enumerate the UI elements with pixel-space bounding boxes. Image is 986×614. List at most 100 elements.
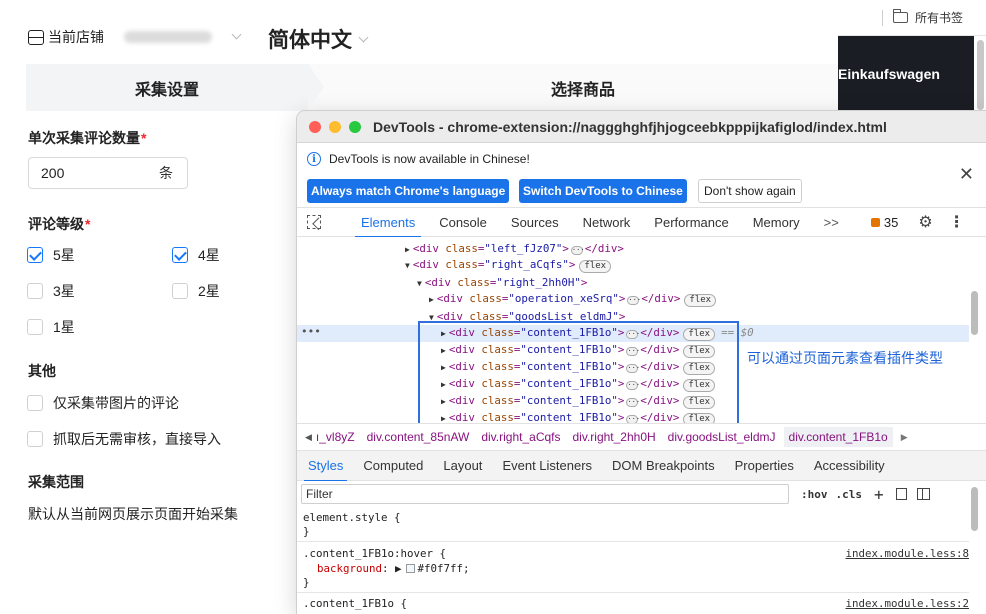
- dom-node[interactable]: ▼ <div class="right_aCqfs"> flex: [405, 258, 612, 273]
- review-count-value[interactable]: 200: [41, 165, 159, 181]
- expand-toggle-icon[interactable]: ▶: [405, 245, 410, 254]
- breadcrumb-left-icon[interactable]: ◀: [305, 432, 312, 443]
- review-count-input[interactable]: 200 条: [28, 157, 188, 189]
- devtools-titlebar[interactable]: DevTools - chrome-extension://naggghghfj…: [297, 111, 986, 143]
- bookmarks-bar: 所有书签: [838, 0, 986, 36]
- hover-rule-selector[interactable]: .content_1FB1o:hover {: [303, 547, 446, 560]
- checkbox-icon[interactable]: [27, 319, 43, 335]
- node-options-icon[interactable]: •••: [301, 325, 321, 338]
- bookmarks-separator: [882, 9, 883, 26]
- match-language-button[interactable]: Always match Chrome's language: [307, 179, 510, 203]
- tab-performance[interactable]: Performance: [654, 207, 728, 237]
- devtools-tabbar: Elements Console Sources Network Perform…: [297, 207, 986, 238]
- collapsed-content-icon[interactable]: ···: [627, 296, 641, 305]
- expand-toggle-icon[interactable]: ▼: [405, 261, 410, 270]
- flex-badge[interactable]: flex: [579, 260, 612, 273]
- checkbox-icon[interactable]: [27, 395, 43, 411]
- step-collect-settings[interactable]: 采集设置: [26, 64, 324, 111]
- styles-filter-input[interactable]: Filter: [301, 484, 789, 504]
- rating-1-checkbox[interactable]: 1星: [27, 317, 75, 337]
- dont-show-again-button[interactable]: Don't show again: [698, 179, 802, 203]
- breadcrumb-item[interactable]: div.content_85nAW: [367, 430, 470, 444]
- hover-state-toggle[interactable]: :hov: [801, 488, 828, 501]
- rating-label: 评论等级*: [28, 214, 90, 234]
- dom-node[interactable]: ▼ <div class="right_2hh0H">: [417, 276, 587, 289]
- language-select[interactable]: 简体中文: [268, 24, 369, 54]
- tab-network[interactable]: Network: [583, 207, 631, 237]
- dom-scrollbar[interactable]: [971, 291, 978, 335]
- breadcrumb-item[interactable]: div.right_2hh0H: [573, 430, 656, 444]
- page-scrollbar[interactable]: [977, 40, 984, 110]
- all-bookmarks-link[interactable]: 所有书签: [915, 9, 963, 26]
- rating-label-text: 评论等级: [28, 216, 84, 232]
- tab-accessibility[interactable]: Accessibility: [814, 451, 885, 481]
- dom-node-row[interactable]: ▼ <div class="right_aCqfs"> flex: [297, 257, 969, 274]
- step-select-goods[interactable]: 选择商品: [308, 64, 838, 111]
- color-swatch[interactable]: [405, 564, 415, 573]
- issues-counter[interactable]: 35: [870, 214, 899, 230]
- tab-console[interactable]: Console: [439, 207, 487, 237]
- checkbox-icon[interactable]: [172, 283, 188, 299]
- tab-event-listeners[interactable]: Event Listeners: [502, 451, 592, 481]
- element-style-selector[interactable]: element.style {: [303, 511, 401, 524]
- inspect-element-icon[interactable]: [307, 215, 321, 229]
- dom-node[interactable]: ▶ <div class="left_fJz07"> ···</div>: [405, 242, 624, 255]
- kebab-menu-icon[interactable]: ⋮: [949, 212, 965, 232]
- close-window-icon[interactable]: [309, 120, 321, 133]
- tab-layout[interactable]: Layout: [443, 451, 482, 481]
- collapsed-content-icon[interactable]: ···: [570, 246, 585, 255]
- breadcrumb-item[interactable]: div.right_aCqfs: [481, 430, 560, 444]
- auto-import-checkbox[interactable]: 抓取后无需审核，直接导入: [27, 429, 221, 449]
- expand-toggle-icon[interactable]: ▶: [429, 295, 434, 304]
- tab-memory[interactable]: Memory: [753, 207, 800, 237]
- rating-4-checkbox[interactable]: 4星: [172, 245, 220, 265]
- expand-arrow-icon[interactable]: ▶: [395, 562, 402, 575]
- computed-styles-icon[interactable]: [895, 488, 907, 500]
- rating-5-checkbox[interactable]: 5星: [27, 245, 75, 265]
- checkbox-icon[interactable]: [27, 283, 43, 299]
- breadcrumb-right-icon[interactable]: ▶: [901, 432, 908, 443]
- css-scrollbar[interactable]: [971, 487, 978, 531]
- gear-icon[interactable]: ⚙: [918, 212, 932, 232]
- dom-node-row[interactable]: ▶ <div class="left_fJz07"> ···</div>: [297, 240, 969, 257]
- dom-node[interactable]: ▶ <div class="operation_xeSrq"> ···</div> f…: [429, 292, 717, 307]
- base-rule-selector[interactable]: .content_1FB1o {: [303, 597, 407, 610]
- maximize-window-icon[interactable]: [349, 120, 361, 133]
- plus-icon[interactable]: +: [874, 485, 884, 504]
- rating-3-checkbox[interactable]: 3星: [27, 281, 75, 301]
- checkbox-checked-icon[interactable]: [172, 247, 188, 263]
- review-count-label: 单次采集评论数量*: [28, 128, 146, 148]
- expand-toggle-icon[interactable]: ▼: [417, 279, 422, 288]
- other-label: 其他: [28, 363, 56, 379]
- review-count-label-text: 单次采集评论数量: [28, 130, 140, 146]
- issue-count: 35: [883, 214, 899, 230]
- tab-properties[interactable]: Properties: [735, 451, 794, 481]
- switch-chinese-button[interactable]: Switch DevTools to Chinese: [519, 179, 687, 203]
- checkbox-icon[interactable]: [27, 431, 43, 447]
- class-toggle[interactable]: .cls: [836, 488, 863, 501]
- range-text: 默认从当前网页展示页面开始采集: [28, 506, 238, 522]
- hover-rule-declaration[interactable]: background: ▶ #f0f7ff;: [317, 562, 470, 575]
- breadcrumb-item[interactable]: ı_vl8yZ: [316, 430, 355, 444]
- rating-2-checkbox[interactable]: 2星: [172, 281, 220, 301]
- image-only-checkbox[interactable]: 仅采集带图片的评论: [27, 393, 179, 413]
- close-icon[interactable]: ✕: [959, 164, 974, 185]
- store-select[interactable]: [118, 23, 246, 51]
- tab-styles[interactable]: Styles: [303, 451, 348, 482]
- flex-badge[interactable]: flex: [684, 294, 717, 307]
- hover-rule-source-link[interactable]: index.module.less:8: [845, 547, 969, 560]
- base-rule-source-link[interactable]: index.module.less:2: [845, 597, 969, 610]
- dom-node-row[interactable]: ▼ <div class="right_2hh0H">: [297, 274, 969, 291]
- checkbox-checked-icon[interactable]: [27, 247, 43, 263]
- tab-sources[interactable]: Sources: [511, 207, 559, 237]
- sidebar-toggle-icon[interactable]: [916, 488, 930, 500]
- more-tabs-icon[interactable]: >>: [824, 215, 839, 230]
- tab-computed[interactable]: Computed: [363, 451, 423, 481]
- breadcrumb-item-selected[interactable]: div.content_1FB1o: [783, 427, 893, 447]
- breadcrumb-item[interactable]: div.goodsList_eldmJ: [668, 430, 776, 444]
- store-label: 当前店铺: [48, 29, 104, 45]
- dom-node-row[interactable]: ▶ <div class="operation_xeSrq"> ···</div> f…: [297, 291, 969, 308]
- minimize-window-icon[interactable]: [329, 120, 341, 133]
- tab-dom-breakpoints[interactable]: DOM Breakpoints: [612, 451, 715, 481]
- tab-elements[interactable]: Elements: [354, 207, 422, 238]
